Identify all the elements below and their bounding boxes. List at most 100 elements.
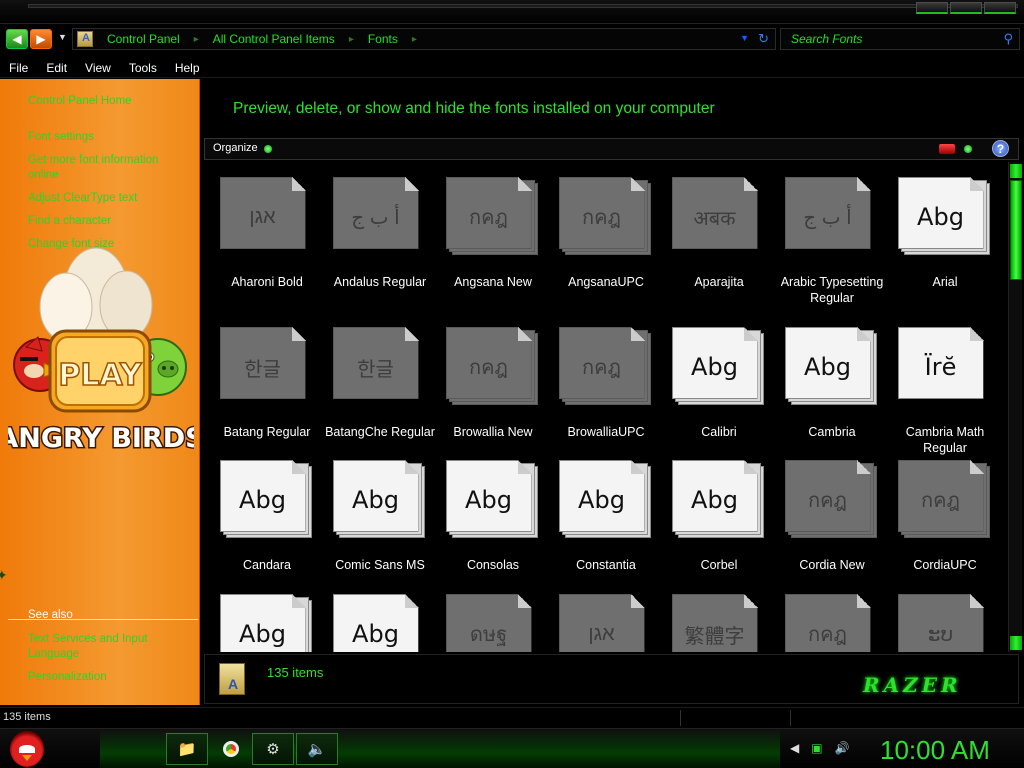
font-tile[interactable]: กคฎ Angsana New xyxy=(438,177,548,290)
menu-tools[interactable]: Tools xyxy=(120,61,166,75)
taskbar-media-button[interactable]: ⚙ xyxy=(252,733,294,765)
breadcrumb-control-panel[interactable]: Control Panel ▸ xyxy=(107,32,199,46)
font-file-icon: أ ب ج xyxy=(784,177,880,255)
font-name-label: Browallia New xyxy=(453,425,533,439)
help-icon[interactable]: ? xyxy=(992,140,1009,157)
taskbar-clock[interactable]: 10:00 AM xyxy=(880,735,990,766)
link-find-character[interactable]: Find a character xyxy=(28,214,111,229)
title-bar xyxy=(0,0,1024,24)
show-hidden-icons-icon[interactable]: ◀ xyxy=(790,741,799,755)
change-view-icon[interactable] xyxy=(939,144,955,154)
page-fold-icon xyxy=(517,460,532,474)
organize-dropdown-icon[interactable] xyxy=(264,145,272,153)
link-text-services[interactable]: Text Services and Input Language xyxy=(28,632,178,662)
font-file-icon: Abg xyxy=(558,460,654,538)
search-icon[interactable]: ⚲ xyxy=(1003,31,1013,47)
network-icon[interactable]: ▣ xyxy=(811,741,822,755)
font-tile[interactable]: أ ب ج Andalus Regular xyxy=(325,177,435,290)
font-tile[interactable]: 한글 Batang Regular xyxy=(212,327,322,440)
font-name-label: Calibri xyxy=(701,425,737,439)
font-tile[interactable]: กคฎ Browallia New xyxy=(438,327,548,440)
status-item-count: 135 items xyxy=(3,711,51,723)
page-fold-icon xyxy=(404,594,419,608)
refresh-icon[interactable]: ↻ xyxy=(758,31,769,47)
font-tile[interactable]: أ ب ج Arabic Typesetting Regular xyxy=(777,177,887,306)
taskbar-sound-button[interactable]: 🔈 xyxy=(296,733,338,765)
font-tile[interactable]: ະບ xyxy=(890,594,1000,652)
link-control-panel-home[interactable]: Control Panel Home xyxy=(28,94,132,109)
taskbar-chrome-button[interactable] xyxy=(210,733,252,765)
link-get-more-font-info[interactable]: Get more font information online xyxy=(28,153,178,183)
view-dropdown-icon[interactable] xyxy=(964,145,972,153)
link-adjust-cleartype[interactable]: Adjust ClearType text xyxy=(28,191,137,206)
font-tile[interactable]: ดษฐ xyxy=(438,594,548,652)
search-box[interactable]: ⚲ xyxy=(780,28,1020,50)
recent-pages-dropdown-icon[interactable]: ▼ xyxy=(58,32,67,42)
page-fold-icon xyxy=(517,594,532,608)
menu-view[interactable]: View xyxy=(76,61,120,75)
page-fold-icon xyxy=(743,460,758,474)
address-dropdown-icon[interactable]: ▼ xyxy=(740,33,749,43)
forward-button[interactable]: ▶ xyxy=(30,29,52,49)
razer-logo: RAZER xyxy=(863,673,962,697)
breadcrumb-all-items[interactable]: All Control Panel Items ▸ xyxy=(213,32,354,46)
font-tile[interactable]: Abg Corbel xyxy=(664,460,774,573)
forward-arrow-icon: ▶ xyxy=(36,32,46,46)
breadcrumb-label: Fonts xyxy=(367,32,398,46)
font-file-icon: กคฎ xyxy=(445,177,541,255)
scroll-up-icon[interactable] xyxy=(1010,164,1022,178)
taskbar-explorer-button[interactable]: 📁 xyxy=(166,733,208,765)
font-file-icon: Abg xyxy=(219,460,315,538)
menu-edit[interactable]: Edit xyxy=(37,61,76,75)
font-tile[interactable]: Abg Constantia xyxy=(551,460,661,573)
font-tile[interactable]: กคฎ BrowalliaUPC xyxy=(551,327,661,440)
font-file-icon: אגן xyxy=(558,594,654,652)
font-tile[interactable]: अबक Aparajita xyxy=(664,177,774,290)
font-tile[interactable]: Abg xyxy=(325,594,435,652)
breadcrumb-separator-icon[interactable]: ▸ xyxy=(349,34,354,45)
font-tile[interactable]: กคฎ CordiaUPC xyxy=(890,460,1000,573)
font-tile[interactable]: Abg Calibri xyxy=(664,327,774,440)
scroll-thumb[interactable] xyxy=(1010,180,1022,280)
font-tile[interactable]: Abg Cambria xyxy=(777,327,887,440)
font-tile[interactable]: Abg xyxy=(212,594,322,652)
taskbar: 📁 ⚙ 🔈 ◀ ▣ 🔊 10:00 AM xyxy=(0,728,1024,768)
maximize-button[interactable] xyxy=(950,2,982,14)
font-name-label: Batang Regular xyxy=(223,425,311,439)
font-tile[interactable]: กคฎ Cordia New xyxy=(777,460,887,573)
minimize-button[interactable] xyxy=(916,2,948,14)
font-tile[interactable]: กคฎ xyxy=(777,594,887,652)
search-input[interactable] xyxy=(791,32,991,46)
menu-help[interactable]: Help xyxy=(166,61,209,75)
scroll-down-icon[interactable] xyxy=(1010,636,1022,650)
font-tile[interactable]: Abg Comic Sans MS xyxy=(325,460,435,573)
font-name-label: Cambria Math Regular xyxy=(905,425,985,455)
font-tile[interactable]: אגן xyxy=(551,594,661,652)
page-fold-icon xyxy=(856,327,871,341)
breadcrumb-separator-icon[interactable]: ▸ xyxy=(194,34,199,45)
breadcrumb-separator-icon[interactable]: ▸ xyxy=(412,34,417,45)
font-tile[interactable]: 繁體字 xyxy=(664,594,774,652)
link-font-settings[interactable]: Font settings xyxy=(28,130,94,145)
breadcrumb-fonts[interactable]: Fonts ▸ xyxy=(368,32,417,46)
start-button-angry-bird-icon[interactable] xyxy=(10,731,44,767)
address-bar[interactable]: Control Panel▸ All Control Panel Items▸ … xyxy=(72,28,776,50)
font-tile[interactable]: Ïrĕ Cambria Math Regular xyxy=(890,327,1000,456)
font-tile[interactable]: กคฎ AngsanaUPC xyxy=(551,177,661,290)
link-personalization[interactable]: Personalization xyxy=(28,670,107,685)
organize-button[interactable]: Organize xyxy=(213,142,258,154)
font-tile[interactable]: Abg Consolas xyxy=(438,460,548,573)
vertical-scrollbar[interactable] xyxy=(1008,162,1022,652)
font-tile[interactable]: 한글 BatangChe Regular xyxy=(325,327,435,440)
back-button[interactable]: ◀ xyxy=(6,29,28,49)
breadcrumb-label: Control Panel xyxy=(107,32,180,46)
font-tile[interactable]: אגן Aharoni Bold xyxy=(212,177,322,290)
menu-file[interactable]: File xyxy=(0,61,37,75)
font-tile[interactable]: Abg Arial xyxy=(890,177,1000,290)
close-button[interactable] xyxy=(984,2,1016,14)
page-fold-icon xyxy=(969,177,984,191)
font-file-icon: אגן xyxy=(219,177,315,255)
font-tile[interactable]: Abg Candara xyxy=(212,460,322,573)
volume-icon[interactable]: 🔊 xyxy=(835,741,850,755)
page-fold-icon xyxy=(291,327,306,341)
